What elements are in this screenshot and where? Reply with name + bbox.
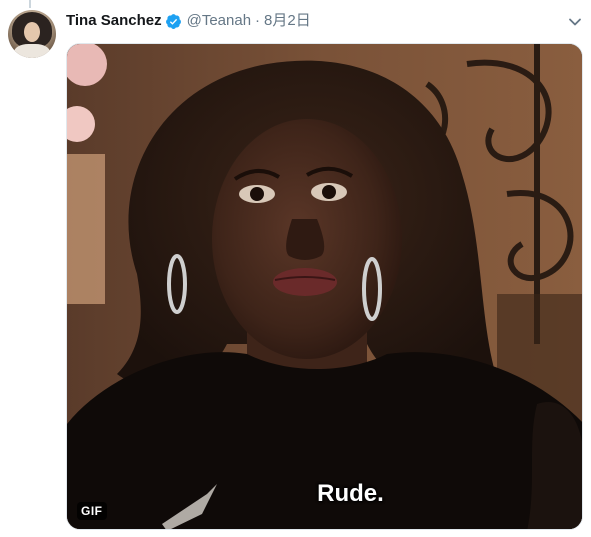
tweet[interactable]: Tina Sanchez @Teanah · 8月2日 Rude. GIF — [0, 0, 591, 537]
gif-badge: GIF — [77, 502, 107, 520]
chevron-down-icon[interactable] — [566, 13, 584, 31]
tweet-gif-media[interactable]: Rude. GIF — [66, 43, 583, 530]
author-display-name[interactable]: Tina Sanchez — [66, 11, 162, 31]
author-handle[interactable]: @Teanah — [187, 11, 251, 31]
separator-dot: · — [255, 12, 261, 29]
gif-frame-image — [67, 44, 582, 529]
tweet-date[interactable]: 8月2日 — [264, 11, 311, 31]
gif-caption: Rude. — [317, 480, 384, 507]
avatar[interactable] — [8, 10, 56, 58]
verified-badge-icon — [165, 13, 182, 30]
tweet-header: Tina Sanchez @Teanah · 8月2日 — [66, 11, 311, 31]
thread-line — [29, 0, 31, 8]
